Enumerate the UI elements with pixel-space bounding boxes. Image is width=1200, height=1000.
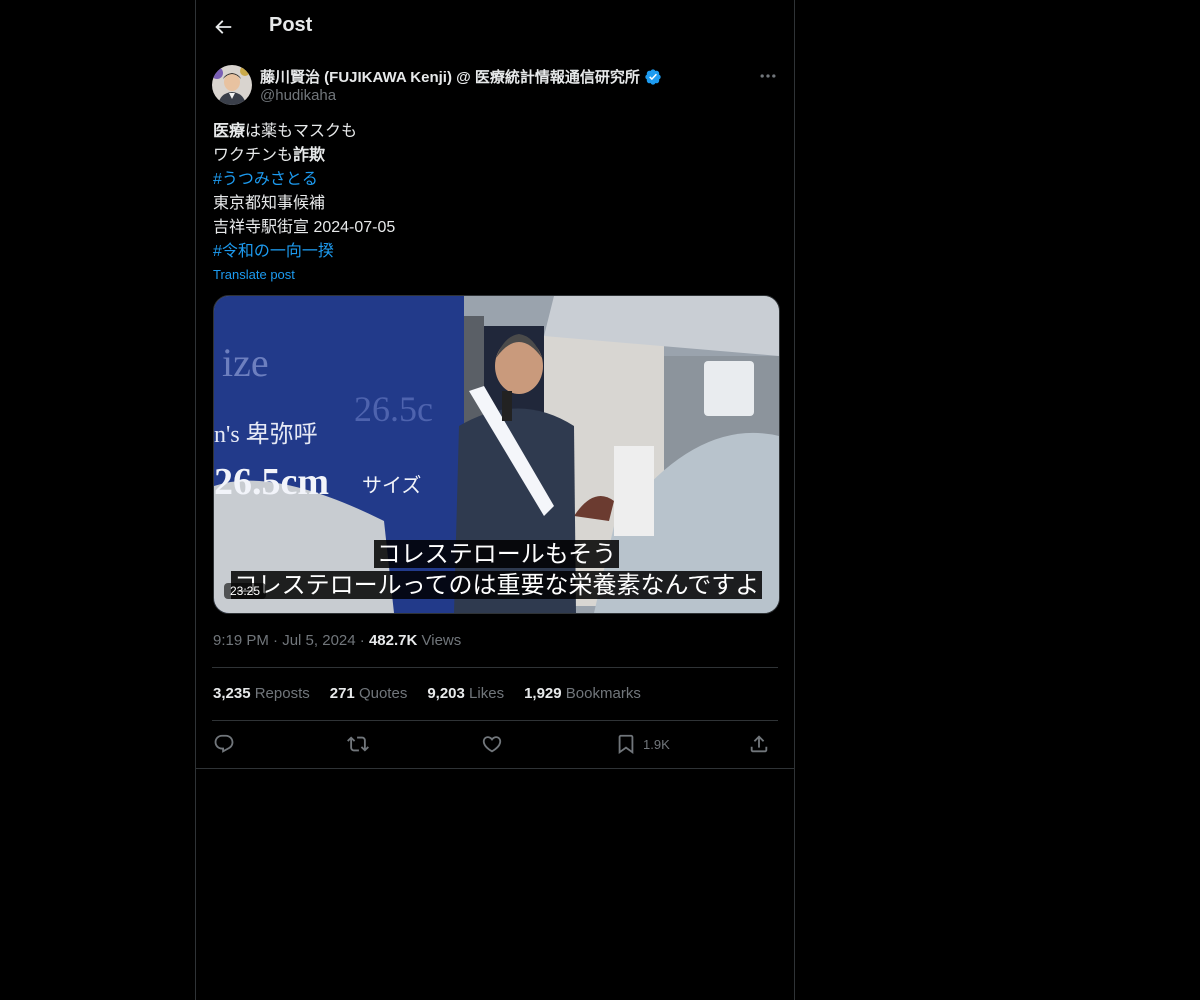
- video-duration-badge: 23:25: [224, 583, 267, 599]
- post-bottom-border: [196, 768, 794, 769]
- reposts-stat[interactable]: 3,235 Reposts: [213, 685, 310, 702]
- divider: [212, 667, 778, 668]
- svg-text:n's 卑弥呼: n's 卑弥呼: [214, 421, 318, 448]
- post-text-line-2: ワクチンも詐欺: [213, 147, 326, 164]
- likes-stat[interactable]: 9,203 Likes: [427, 685, 504, 702]
- repost-icon: [347, 736, 369, 752]
- svg-text:ize: ize: [222, 340, 269, 385]
- post-text-line-4: 東京都知事候補: [213, 195, 326, 212]
- repost-button[interactable]: [347, 732, 369, 756]
- bookmarks-stat[interactable]: 1,929 Bookmarks: [524, 685, 641, 702]
- hashtag-link[interactable]: #うつみさとる: [213, 168, 395, 192]
- bookmark-count: 1.9K: [643, 736, 670, 752]
- video-player[interactable]: ize n's 卑弥呼 26.5c 26.5cm サイズ コレステロールもそう …: [213, 295, 780, 614]
- views-count: 482.7K: [368, 632, 418, 649]
- svg-text:サイズ: サイズ: [362, 474, 421, 497]
- heart-icon: [482, 736, 502, 753]
- page-title: Post: [269, 14, 313, 36]
- hashtag-link[interactable]: #令和の一向一揆: [213, 240, 395, 264]
- author-name-row: 藤川賢治 (FUJIKAWA Kenji) @ 医療統計情報通信研究所: [260, 66, 662, 87]
- post-time[interactable]: 9:19 PM: [213, 632, 269, 649]
- meta-separator: ·: [273, 632, 283, 649]
- post-author: 藤川賢治 (FUJIKAWA Kenji) @ 医療統計情報通信研究所 @hud…: [212, 64, 778, 108]
- author-name[interactable]: 藤川賢治 (FUJIKAWA Kenji) @ 医療統計情報通信研究所: [260, 66, 640, 87]
- post-text-line-1: 医療は薬もマスクも: [213, 123, 358, 140]
- post-text: 医療は薬もマスクも ワクチンも詐欺 #うつみさとる 東京都知事候補 吉祥寺駅街宣…: [213, 120, 395, 264]
- share-icon: [750, 735, 768, 753]
- quotes-stat[interactable]: 271 Quotes: [330, 685, 408, 702]
- reply-icon: [214, 734, 234, 753]
- verified-badge-icon: [645, 68, 661, 85]
- author-handle[interactable]: @hudikaha: [260, 87, 336, 104]
- more-options-icon[interactable]: [758, 66, 778, 86]
- post-date[interactable]: Jul 5, 2024: [282, 632, 355, 649]
- primary-column: Post 藤川賢治 (FUJIKAWA Kenji) @ 医療統計情報通信研究所…: [195, 0, 795, 1000]
- post-meta: 9:19 PM · Jul 5, 2024 · 482.7K Views: [213, 632, 461, 649]
- divider: [212, 720, 778, 721]
- like-button[interactable]: [481, 732, 503, 756]
- views-label: Views: [421, 632, 462, 649]
- translate-post-link[interactable]: Translate post: [213, 267, 295, 282]
- post-stats: 3,235 Reposts 271 Quotes 9,203 Likes 1,9…: [213, 685, 641, 702]
- bookmark-icon: [618, 734, 634, 755]
- svg-text:26.5c: 26.5c: [354, 389, 433, 429]
- reply-button[interactable]: [213, 732, 235, 756]
- avatar[interactable]: [212, 65, 252, 105]
- post-text-line-5: 吉祥寺駅街宣 2024-07-05: [213, 219, 396, 236]
- back-arrow-icon[interactable]: [212, 16, 234, 38]
- bookmark-button[interactable]: 1.9K: [615, 732, 670, 756]
- action-bar: 1.9K: [213, 732, 779, 758]
- share-button[interactable]: [748, 732, 770, 756]
- svg-text:26.5cm: 26.5cm: [214, 461, 329, 503]
- meta-separator: ·: [359, 632, 369, 649]
- page-header: Post: [196, 0, 794, 53]
- video-thumbnail: ize n's 卑弥呼 26.5c 26.5cm サイズ: [214, 296, 779, 613]
